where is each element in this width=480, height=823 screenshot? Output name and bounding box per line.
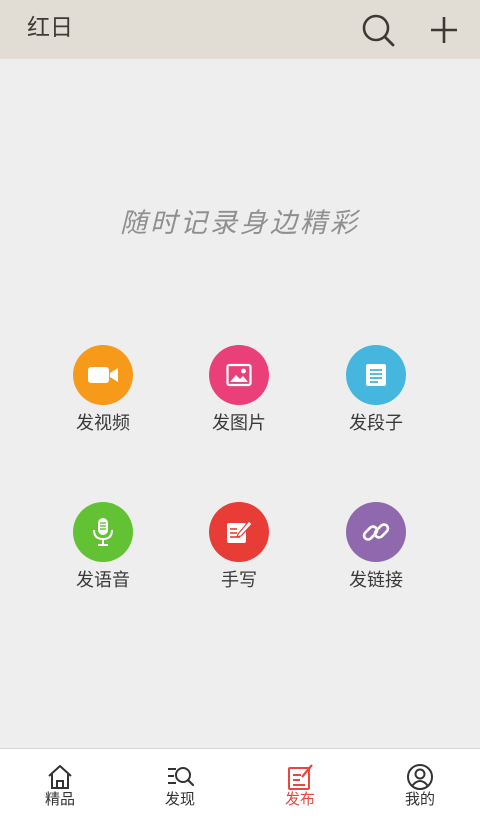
post-video-label: 发视频	[76, 413, 130, 434]
bottom-tab-bar: 精品 发现 发布 我的	[0, 748, 480, 823]
handwrite-label: 手写	[221, 570, 257, 591]
plus-icon	[431, 17, 457, 43]
tab-mine-label: 我的	[404, 790, 435, 808]
tab-featured-label: 精品	[44, 790, 75, 808]
voice-circle	[73, 502, 133, 562]
publish-icon	[288, 764, 313, 790]
video-circle	[73, 345, 133, 405]
post-voice-button[interactable]: 发语音	[43, 502, 163, 593]
image-icon	[226, 363, 252, 387]
document-icon	[366, 364, 386, 386]
tab-discover[interactable]: 发现	[120, 749, 240, 823]
post-video-button[interactable]: 发视频	[43, 345, 163, 436]
add-button[interactable]	[424, 10, 464, 50]
joke-circle	[346, 345, 406, 405]
video-camera-icon	[88, 367, 118, 383]
tab-discover-label: 发现	[164, 790, 195, 808]
tab-publish[interactable]: 发布	[240, 749, 360, 823]
top-bar: 红日	[0, 0, 480, 59]
app-title: 红日	[27, 15, 73, 41]
tab-featured[interactable]: 精品	[0, 749, 120, 823]
post-joke-button[interactable]: 发段子	[316, 345, 436, 436]
post-voice-label: 发语音	[76, 570, 130, 591]
search-icon	[362, 14, 395, 47]
link-circle	[346, 502, 406, 562]
edit-icon	[227, 520, 253, 543]
link-icon	[362, 523, 390, 541]
handwrite-circle	[209, 502, 269, 562]
post-joke-label: 发段子	[349, 413, 403, 434]
post-link-label: 发链接	[349, 570, 403, 591]
post-link-button[interactable]: 发链接	[316, 502, 436, 593]
search-button[interactable]	[358, 10, 398, 50]
slogan-text: 随时记录身边精彩	[120, 208, 360, 239]
handwrite-button[interactable]: 手写	[179, 502, 299, 593]
tab-mine[interactable]: 我的	[360, 749, 480, 823]
post-image-label: 发图片	[212, 413, 266, 434]
image-circle	[209, 345, 269, 405]
tab-publish-label: 发布	[284, 790, 315, 808]
home-icon	[48, 765, 72, 789]
microphone-icon	[93, 518, 113, 546]
discover-search-icon	[168, 767, 194, 787]
post-image-button[interactable]: 发图片	[179, 345, 299, 436]
profile-icon	[407, 764, 433, 790]
